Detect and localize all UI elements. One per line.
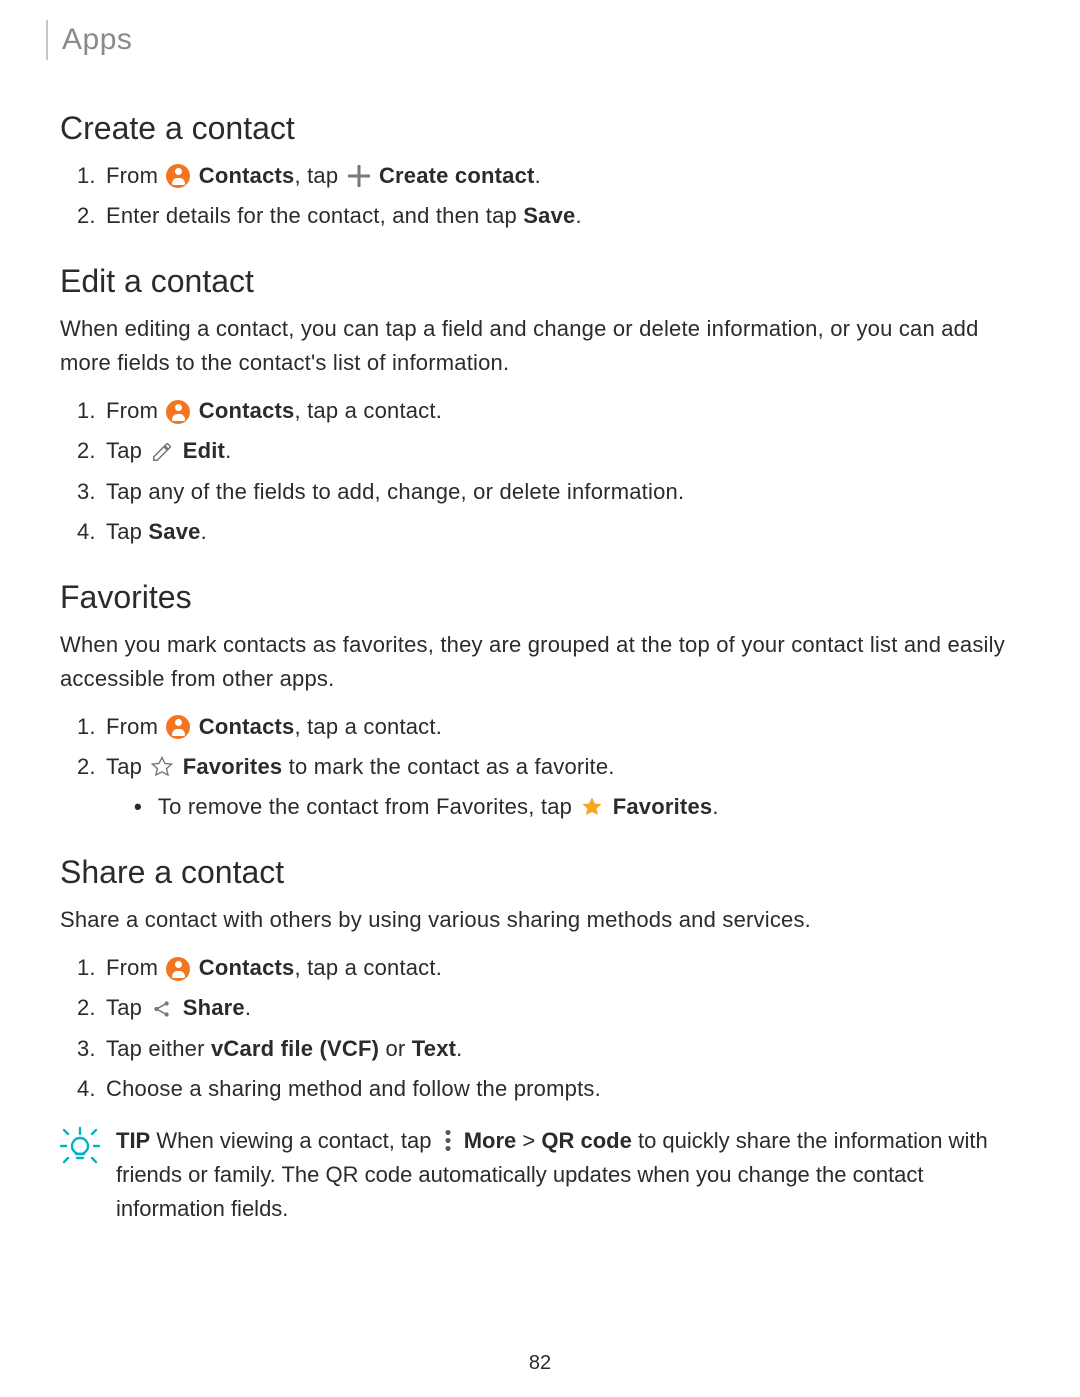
breadcrumb: Apps xyxy=(46,20,1020,60)
contacts-icon xyxy=(166,957,190,981)
list-item: From Contacts, tap a contact. xyxy=(102,710,1020,744)
list-item: To remove the contact from Favorites, ta… xyxy=(134,790,1020,824)
text: Tap xyxy=(106,438,148,463)
edit-intro: When editing a contact, you can tap a fi… xyxy=(60,312,1020,380)
favorites-sublist: To remove the contact from Favorites, ta… xyxy=(106,790,1020,824)
tip-text: TIP When viewing a contact, tap More > Q… xyxy=(116,1124,1020,1226)
list-item: Enter details for the contact, and then … xyxy=(102,199,1020,233)
text: , tap a contact. xyxy=(295,714,443,739)
text: Tap xyxy=(106,995,148,1020)
list-item: Tap either vCard file (VCF) or Text. xyxy=(102,1032,1020,1066)
label-vcf: vCard file (VCF) xyxy=(211,1036,379,1061)
text: From xyxy=(106,398,164,423)
text: Tap xyxy=(106,754,148,779)
plus-icon xyxy=(347,164,371,188)
text: . xyxy=(535,163,541,188)
list-item: Tap Share. xyxy=(102,991,1020,1025)
label-contacts: Contacts xyxy=(199,955,295,980)
star-filled-icon xyxy=(580,795,604,819)
create-steps: From Contacts, tap Create contact. Enter… xyxy=(60,159,1020,233)
label-save: Save xyxy=(523,203,575,228)
label-create-contact: Create contact xyxy=(379,163,535,188)
text: . xyxy=(575,203,581,228)
contacts-icon xyxy=(166,715,190,739)
text: . xyxy=(456,1036,462,1061)
text: . xyxy=(201,519,207,544)
text: to mark the contact as a favorite. xyxy=(282,754,614,779)
text: , tap a contact. xyxy=(295,955,443,980)
tip-block: TIP When viewing a contact, tap More > Q… xyxy=(60,1124,1020,1226)
label-share: Share xyxy=(183,995,245,1020)
contacts-icon xyxy=(166,164,190,188)
divider xyxy=(46,20,48,60)
contacts-icon xyxy=(166,400,190,424)
list-item: Choose a sharing method and follow the p… xyxy=(102,1072,1020,1106)
list-item: From Contacts, tap a contact. xyxy=(102,394,1020,428)
label-contacts: Contacts xyxy=(199,163,295,188)
label-favorites: Favorites xyxy=(613,794,713,819)
more-vertical-icon xyxy=(440,1129,456,1153)
text: Tap either xyxy=(106,1036,211,1061)
heading-favorites: Favorites xyxy=(60,579,1020,616)
share-steps: From Contacts, tap a contact. Tap Share.… xyxy=(60,951,1020,1105)
label-contacts: Contacts xyxy=(199,398,295,423)
edit-pencil-icon xyxy=(150,440,174,464)
list-item: Tap Favorites to mark the contact as a f… xyxy=(102,750,1020,824)
text: From xyxy=(106,714,164,739)
tip-lightbulb-icon xyxy=(60,1126,100,1166)
text: Enter details for the contact, and then … xyxy=(106,203,523,228)
label-contacts: Contacts xyxy=(199,714,295,739)
heading-share-contact: Share a contact xyxy=(60,854,1020,891)
text: or xyxy=(379,1036,412,1061)
heading-create-contact: Create a contact xyxy=(60,110,1020,147)
edit-steps: From Contacts, tap a contact. Tap Edit. … xyxy=(60,394,1020,548)
text: . xyxy=(245,995,251,1020)
label-text: Text xyxy=(412,1036,456,1061)
label-save: Save xyxy=(148,519,200,544)
text: . xyxy=(225,438,231,463)
tip-label: TIP xyxy=(116,1128,150,1153)
star-outline-icon xyxy=(150,755,174,779)
text: From xyxy=(106,163,164,188)
share-icon xyxy=(150,997,174,1021)
text: . xyxy=(712,794,718,819)
text: > xyxy=(516,1128,541,1153)
breadcrumb-label: Apps xyxy=(62,23,132,57)
label-more: More xyxy=(464,1128,517,1153)
manual-page: Apps Create a contact From Contacts, tap… xyxy=(0,0,1080,1266)
text: Tap xyxy=(106,519,148,544)
list-item: From Contacts, tap Create contact. xyxy=(102,159,1020,193)
list-item: Tap Save. xyxy=(102,515,1020,549)
text: , tap xyxy=(295,163,345,188)
list-item: Tap Edit. xyxy=(102,434,1020,468)
favorites-steps: From Contacts, tap a contact. Tap Favori… xyxy=(60,710,1020,824)
share-intro: Share a contact with others by using var… xyxy=(60,903,1020,937)
label-qr-code: QR code xyxy=(541,1128,631,1153)
text: , tap a contact. xyxy=(295,398,443,423)
list-item: From Contacts, tap a contact. xyxy=(102,951,1020,985)
favorites-intro: When you mark contacts as favorites, the… xyxy=(60,628,1020,696)
text: To remove the contact from Favorites, ta… xyxy=(158,794,578,819)
text: When viewing a contact, tap xyxy=(150,1128,437,1153)
label-favorites: Favorites xyxy=(183,754,283,779)
list-item: Tap any of the fields to add, change, or… xyxy=(102,475,1020,509)
label-edit: Edit xyxy=(183,438,225,463)
page-number: 82 xyxy=(0,1352,1080,1375)
text: From xyxy=(106,955,164,980)
heading-edit-contact: Edit a contact xyxy=(60,263,1020,300)
